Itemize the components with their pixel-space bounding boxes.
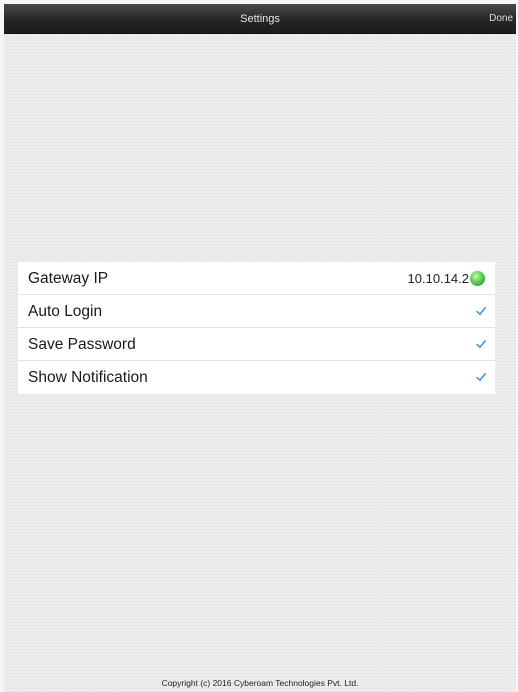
settings-row-save-password[interactable]: Save Password [18, 328, 495, 361]
settings-row-gateway-ip[interactable]: Gateway IP 10.10.14.2 [18, 262, 495, 295]
copyright-footer: Copyright (c) 2016 Cyberoam Technologies… [161, 678, 359, 688]
checkmark-icon [476, 373, 486, 381]
settings-row-label: Save Password [28, 336, 136, 353]
page-title: Settings [240, 13, 280, 25]
settings-row-show-notification[interactable]: Show Notification [18, 361, 495, 394]
settings-row-label: Gateway IP [28, 270, 109, 287]
green-status-dot-icon [470, 271, 485, 286]
settings-list: Gateway IP 10.10.14.2 Auto Login Save Pa… [18, 262, 495, 394]
settings-row-label: Show Notification [28, 369, 148, 386]
screen: Settings Done Gateway IP 10.10.14.2 Auto… [4, 4, 516, 692]
settings-row-auto-login[interactable]: Auto Login [18, 295, 495, 328]
checkmark-icon [476, 340, 486, 348]
navigation-bar: Settings Done [4, 4, 516, 34]
done-button[interactable]: Done [489, 4, 513, 34]
checkmark-icon [476, 307, 486, 315]
settings-row-label: Auto Login [28, 303, 103, 320]
gateway-ip-value: 10.10.14.2 [407, 271, 469, 286]
